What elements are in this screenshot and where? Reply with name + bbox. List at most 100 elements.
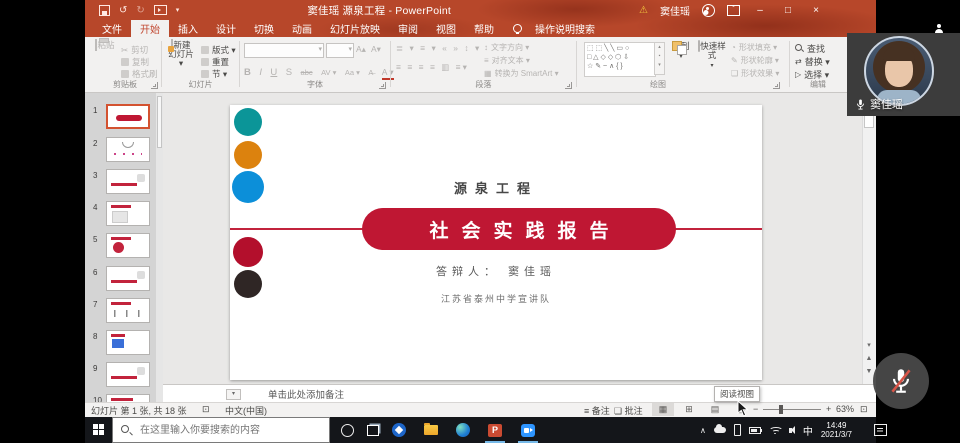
thumbnail-preview[interactable] [106,201,150,226]
alignment-row[interactable]: ≡ ≡ ≡ ≡ ▥ ≡▾ [396,62,469,73]
share-button-icon[interactable] [934,24,944,33]
language-indicator[interactable]: 中文(中国) [225,404,267,417]
clock[interactable]: 14:492021/3/7 [821,421,852,439]
speaker-icon[interactable] [789,426,795,434]
strikethrough-button[interactable]: abc [301,68,313,77]
scroll-down-icon[interactable]: ▾ [863,340,875,352]
shapes-gallery-scroll[interactable]: ▴▪▾ [654,42,665,75]
zoom-slider[interactable] [763,409,821,410]
shape-effects-button[interactable]: ❑形状效果 ▾ [731,68,779,79]
maximize-button[interactable]: □ [780,5,796,16]
thumbnail-scrollbar-thumb[interactable] [157,96,162,148]
find-button[interactable]: 查找 [795,42,825,55]
file-explorer-icon[interactable] [418,417,444,443]
convert-smartart-button[interactable]: ▦转换为 SmartArt ▾ [484,68,559,79]
paste-button[interactable]: 粘贴 [92,41,118,50]
thumbnail-slide-9[interactable]: 9 [85,362,163,392]
undo-icon[interactable]: ↺ [119,5,127,16]
layout-button[interactable]: 版式 ▾ [201,44,236,56]
ribbon-display-options-icon[interactable]: ˆ [727,5,740,16]
indent-button[interactable]: » [453,43,460,53]
previous-slide-icon[interactable]: ▲ [863,353,875,365]
clear-formatting-button[interactable]: A̶ [368,68,373,77]
thumbnail-slide-2[interactable]: 2 [85,137,163,167]
wifi-icon[interactable] [769,426,781,434]
close-button[interactable]: × [808,5,824,16]
italic-button[interactable]: I [259,67,262,78]
start-slideshow-icon[interactable] [154,5,167,15]
tab-review[interactable]: 审阅 [389,20,427,37]
thumbnail-preview[interactable] [106,394,150,402]
taskbar-search[interactable] [112,417,330,443]
ime-indicator[interactable]: 中 [803,423,813,438]
notes-collapse-icon[interactable]: ▾ [226,389,241,400]
font-size-combo[interactable] [326,43,354,58]
notes-placeholder[interactable]: 单击此处添加备注 [268,387,344,401]
tab-slideshow[interactable]: 幻灯片放映 [321,20,389,37]
grow-font-button[interactable]: A▴ [356,44,366,55]
shadow-button[interactable]: S [286,67,292,78]
arrange-button[interactable]: 排列▾ [668,42,694,62]
drawing-dialog-launcher-icon[interactable] [773,82,780,89]
clipboard-dialog-launcher-icon[interactable] [151,82,158,89]
cortana-icon[interactable] [334,417,360,443]
redo-icon[interactable]: ↻ [136,5,144,16]
notes-toggle[interactable]: ≡ 备注 [584,404,610,417]
minimize-button[interactable]: – [752,5,768,16]
device-icon[interactable] [734,424,741,436]
task-view-icon[interactable] [360,417,386,443]
replace-button[interactable]: ⇄替换 ▾ [795,55,830,68]
thumbnail-slide-3[interactable]: 3 [85,169,163,199]
reading-view-button[interactable]: ▤ [704,403,726,416]
align-text-button[interactable]: ≡对齐文本 ▾ [484,55,530,66]
account-avatar-icon[interactable] [702,4,715,17]
thumbnail-preview[interactable] [106,362,150,387]
zoom-slider-thumb[interactable] [779,405,783,414]
zoom-level[interactable]: 63% [836,404,854,414]
thumbnail-preview[interactable] [106,104,150,129]
powerpoint-taskbar-icon[interactable]: P [482,417,508,443]
line-spacing-button[interactable]: ↕ ▾ [464,43,481,53]
text-direction-button[interactable]: ↕文字方向 ▾ [484,42,529,53]
thumbnail-slide-7[interactable]: 7 [85,298,163,328]
edge-icon[interactable] [450,417,476,443]
mic-muted-button[interactable] [873,353,929,409]
search-input[interactable] [138,424,322,437]
fit-to-window-icon[interactable]: ⊡ [860,404,868,415]
underline-button[interactable]: U [270,67,277,78]
bullets-button[interactable]: ≣ ▾ [396,43,416,53]
thumbnail-preview[interactable] [106,330,150,355]
character-spacing-button[interactable]: AV ▾ [321,68,336,77]
shapes-gallery[interactable]: ⬚ ⬚ ╲ ╲ ▭ ○ □ △ ◇ ◇ ⬡ ⇩ ☆ ✎ ~ ∧ { } [584,42,656,77]
cut-button[interactable]: ✂剪切 [121,44,148,56]
tab-home[interactable]: 开始 [131,20,169,37]
browser-app-icon[interactable] [386,417,412,443]
tab-file[interactable]: 文件 [93,20,131,37]
outdent-button[interactable]: « [442,43,449,53]
accessibility-icon[interactable]: ⊡ [202,404,210,415]
zoom-in-button[interactable]: + [826,404,831,414]
tab-animations[interactable]: 动画 [283,20,321,37]
thumbnail-preview[interactable] [106,233,150,258]
cloud-icon[interactable] [714,427,726,433]
change-case-button[interactable]: Aa ▾ [345,68,360,77]
save-icon[interactable] [99,5,110,16]
tab-help[interactable]: 帮助 [465,20,503,37]
tab-view[interactable]: 视图 [427,20,465,37]
comments-toggle[interactable]: ❏ 批注 [614,404,643,417]
copy-button[interactable]: 复制 [121,56,149,68]
tab-design[interactable]: 设计 [207,20,245,37]
thumbnail-preview[interactable] [106,298,150,323]
slide-title-banner[interactable]: 社会实践报告 [362,208,676,250]
shrink-font-button[interactable]: A▾ [371,44,381,55]
thumbnail-slide-10[interactable]: 10 [85,394,163,402]
tray-expand-icon[interactable]: ∧ [700,426,706,435]
webcam-overlay[interactable]: 窦佳瑶 [847,33,960,116]
numbering-button[interactable]: ≡ ▾ [420,43,438,53]
quick-styles-button[interactable]: 快速样式▾ [696,42,728,71]
slide-sorter-view-button[interactable]: ⊞ [678,403,700,416]
shape-outline-button[interactable]: ✎形状轮廓 ▾ [731,55,779,66]
thumbnail-preview[interactable] [106,169,150,194]
thumbnail-preview[interactable] [106,266,150,291]
battery-icon[interactable] [749,427,761,434]
